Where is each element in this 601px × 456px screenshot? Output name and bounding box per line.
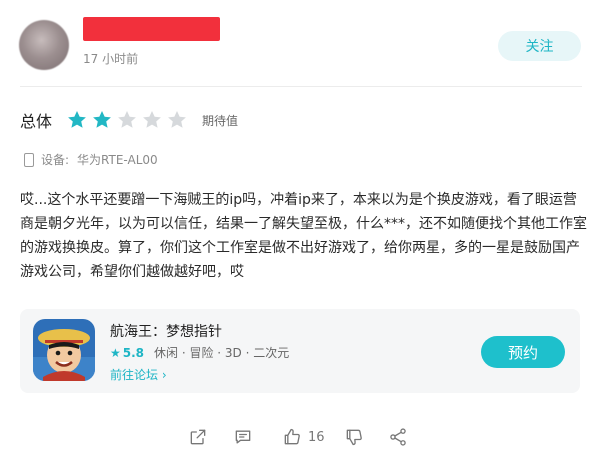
star-icon (93, 111, 111, 128)
thumbs-up-icon (284, 428, 300, 445)
share-icon[interactable] (388, 426, 408, 448)
star-icon (143, 111, 161, 128)
phone-icon (24, 152, 34, 167)
like-count: 16 (308, 429, 325, 445)
device-value: 华为RTE-AL00 (77, 153, 158, 167)
star-icon (68, 111, 86, 128)
game-score: 5.8 (122, 345, 145, 360)
username-redacted[interactable] (83, 17, 220, 41)
comment-icon[interactable] (233, 426, 253, 448)
review-text: 哎...这个水平还要蹭一下海贼王的ip吗，冲着ip来了，本来以为是个换皮游戏，看… (20, 192, 587, 280)
chevron-right-icon: › (161, 368, 167, 382)
rating-text: 期待值 (202, 113, 239, 128)
thumbs-down-icon[interactable] (344, 426, 364, 448)
star-icon: ★ (110, 345, 121, 360)
avatar[interactable] (19, 20, 69, 70)
action-bar: 16 (0, 426, 601, 448)
game-meta: ★ 5.8 休闲 · 冒险 · 3D · 二次元 (110, 344, 289, 361)
device-label: 设备: (41, 153, 70, 167)
game-tags: 休闲 · 冒险 · 3D · 二次元 (154, 346, 290, 360)
star-icon (118, 111, 136, 128)
star-icon (168, 111, 186, 128)
follow-button[interactable]: 关注 (498, 31, 581, 61)
like-button[interactable]: 16 (282, 426, 325, 448)
rating-label: 总体 (20, 112, 53, 131)
device-row: 设备: 华为RTE-AL00 (24, 151, 158, 168)
game-card[interactable]: 航海王：梦想指针 ★ 5.8 休闲 · 冒险 · 3D · 二次元 前往论坛 ›… (20, 309, 580, 393)
share-out-icon[interactable] (188, 426, 208, 448)
game-icon[interactable] (33, 319, 95, 381)
divider (20, 86, 582, 87)
game-title[interactable]: 航海王：梦想指针 (110, 321, 222, 341)
forum-link[interactable]: 前往论坛 › (110, 366, 167, 383)
rating-row: 总体 期待值 (20, 107, 238, 133)
star-rating (66, 109, 188, 131)
post-time: 17 小时前 (83, 52, 139, 66)
reserve-button[interactable]: 预约 (481, 336, 565, 368)
forum-link-label[interactable]: 前往论坛 (110, 368, 158, 382)
